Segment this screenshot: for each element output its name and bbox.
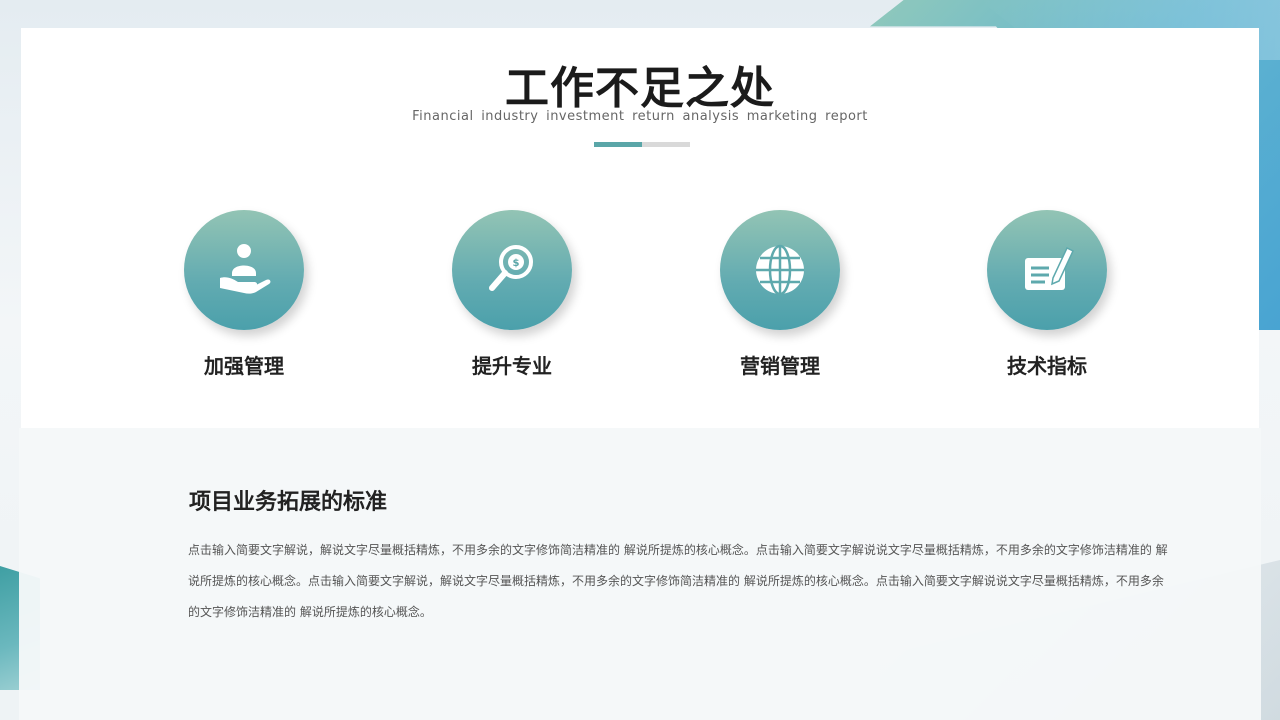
- person-hand-icon: [220, 244, 271, 294]
- feature-item-technical: 技术指标: [947, 210, 1147, 379]
- feature-circle: [987, 210, 1107, 330]
- feature-item-professional: $ 提升专业: [412, 210, 612, 379]
- feature-label: 技术指标: [1007, 354, 1087, 378]
- svg-text:$: $: [513, 258, 520, 269]
- globe-icon: [756, 244, 804, 296]
- feature-label: 营销管理: [740, 354, 820, 378]
- feature-circle: $: [452, 210, 572, 330]
- title-divider-accent: [594, 142, 642, 147]
- feature-circle: [184, 210, 304, 330]
- magnifier-dollar-icon: $: [489, 245, 533, 291]
- feature-label: 加强管理: [204, 354, 284, 378]
- feature-item-marketing: 营销管理: [680, 210, 880, 379]
- slide-subtitle: Financial industry investment return ana…: [412, 109, 868, 124]
- feature-label: 提升专业: [472, 354, 552, 378]
- slide: 工作不足之处 Financial industry investment ret…: [0, 0, 1280, 720]
- section-title: 项目业务拓展的标准: [189, 490, 388, 515]
- slide-title: 工作不足之处: [505, 63, 775, 114]
- section-body: 点击输入简要文字解说，解说文字尽量概括精炼，不用多余的文字修饰简洁精准的 解说所…: [188, 543, 1168, 619]
- title-divider: [594, 142, 690, 147]
- pen-document-icon: [1025, 246, 1074, 290]
- feature-circle: [720, 210, 840, 330]
- feature-item-management: 加强管理: [144, 210, 344, 379]
